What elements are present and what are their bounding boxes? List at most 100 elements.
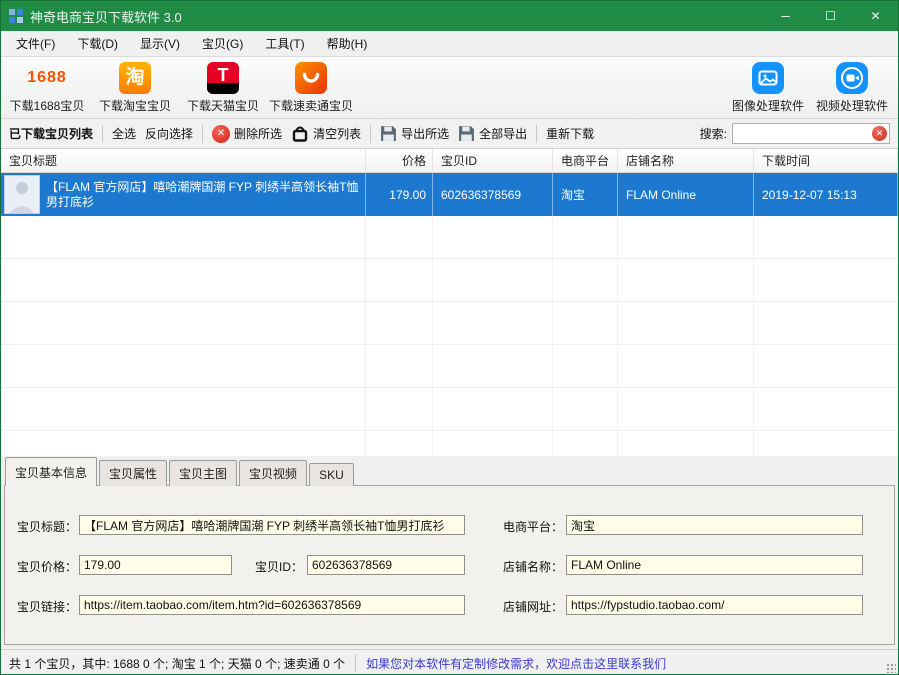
cell-title: 【FLAM 官方网店】嘻哈潮牌国潮 FYP 刺绣半高领长袖T恤男打底衫 xyxy=(1,173,366,216)
col-header-title[interactable]: 宝贝标题 xyxy=(1,149,366,172)
menu-view[interactable]: 显示(V) xyxy=(129,31,191,56)
list-action-bar: 已下载宝贝列表 全选 反向选择 ✕ 删除所选 清空列表 导出所选 xyxy=(1,119,898,149)
video-software-icon xyxy=(836,62,868,94)
taobao-icon: 淘 xyxy=(119,62,151,94)
select-all-button[interactable]: 全选 xyxy=(112,125,136,142)
minimize-button[interactable]: ─ xyxy=(763,1,808,31)
video-software-button[interactable]: 视频处理软件 xyxy=(810,61,894,114)
form-title-label: 宝贝标题： xyxy=(17,518,77,535)
search-input[interactable] xyxy=(732,123,890,144)
download-aliexpress-label: 下载速卖通宝贝 xyxy=(269,97,353,114)
window-controls: ─ ☐ ✕ xyxy=(763,1,898,31)
download-tmall-button[interactable]: T 下载天猫宝贝 xyxy=(179,61,267,114)
delete-selected-label: 删除所选 xyxy=(234,125,282,142)
form-platform-input[interactable] xyxy=(566,515,863,535)
separator xyxy=(536,125,537,143)
cell-id: 602636378569 xyxy=(433,173,553,216)
tab-video[interactable]: 宝贝视频 xyxy=(239,460,307,486)
toolbar-right-group: 图像处理软件 视频处理软件 xyxy=(726,61,894,114)
list-title: 已下载宝贝列表 xyxy=(9,125,93,142)
redownload-button[interactable]: 重新下载 xyxy=(546,125,594,142)
contact-link[interactable]: 如果您对本软件有定制修改需求，欢迎点击这里联系我们 xyxy=(366,655,666,672)
invert-selection-button[interactable]: 反向选择 xyxy=(145,125,193,142)
search-box: ✕ xyxy=(732,123,890,144)
product-thumbnail xyxy=(4,175,40,214)
form-title-input[interactable] xyxy=(79,515,465,535)
col-header-id[interactable]: 宝贝ID xyxy=(433,149,553,172)
trash-icon xyxy=(291,125,309,143)
export-selected-label: 导出所选 xyxy=(401,125,449,142)
status-summary: 共 1 个宝贝，其中: 1688 0 个; 淘宝 1 个; 天猫 0 个; 速卖… xyxy=(9,655,345,672)
download-1688-button[interactable]: 1688 下载1688宝贝 xyxy=(3,61,91,114)
tab-basic-info[interactable]: 宝贝基本信息 xyxy=(5,457,97,486)
table-grid-line xyxy=(432,216,433,456)
maximize-button[interactable]: ☐ xyxy=(808,1,853,31)
menu-item-baby[interactable]: 宝贝(G) xyxy=(191,31,254,56)
video-software-label: 视频处理软件 xyxy=(816,97,888,114)
close-button[interactable]: ✕ xyxy=(853,1,898,31)
detail-tabs: 宝贝基本信息 宝贝属性 宝贝主图 宝贝视频 SKU xyxy=(1,456,898,485)
menu-download[interactable]: 下载(D) xyxy=(66,31,129,56)
search-clear-icon[interactable]: ✕ xyxy=(872,126,887,141)
row-product-title: 【FLAM 官方网店】嘻哈潮牌国潮 FYP 刺绣半高领长袖T恤男打底衫 xyxy=(46,180,361,210)
search-label: 搜索: xyxy=(700,125,727,142)
image-software-label: 图像处理软件 xyxy=(732,97,804,114)
clear-list-button[interactable]: 清空列表 xyxy=(291,125,361,143)
menu-file[interactable]: 文件(F) xyxy=(5,31,66,56)
table-grid-line xyxy=(365,216,366,456)
1688-icon: 1688 xyxy=(27,62,67,94)
aliexpress-icon xyxy=(295,62,327,94)
save-icon xyxy=(380,125,397,142)
table-grid-line xyxy=(753,216,754,456)
separator xyxy=(370,125,371,143)
col-header-time[interactable]: 下载时间 xyxy=(754,149,898,172)
delete-selected-button[interactable]: ✕ 删除所选 xyxy=(212,125,282,143)
col-header-shop[interactable]: 店铺名称 xyxy=(618,149,754,172)
app-logo-icon xyxy=(8,8,24,24)
export-all-label: 全部导出 xyxy=(479,125,527,142)
menu-tools[interactable]: 工具(T) xyxy=(254,31,315,56)
form-price-input[interactable] xyxy=(79,555,232,575)
image-software-button[interactable]: 图像处理软件 xyxy=(726,61,810,114)
separator xyxy=(102,125,103,143)
menu-bar: 文件(F) 下载(D) 显示(V) 宝贝(G) 工具(T) 帮助(H) xyxy=(1,31,898,57)
status-bar: 共 1 个宝贝，其中: 1688 0 个; 淘宝 1 个; 天猫 0 个; 速卖… xyxy=(1,649,898,675)
table-row[interactable]: 【FLAM 官方网店】嘻哈潮牌国潮 FYP 刺绣半高领长袖T恤男打底衫 179.… xyxy=(1,173,898,216)
form-shopurl-input[interactable] xyxy=(566,595,863,615)
table-grid-line xyxy=(617,216,618,456)
tmall-icon-letter: T xyxy=(207,65,239,86)
export-all-button[interactable]: 全部导出 xyxy=(458,125,527,142)
title-bar: 神奇电商宝贝下载软件 3.0 ─ ☐ ✕ xyxy=(1,1,898,31)
form-id-label: 宝贝ID： xyxy=(255,558,303,575)
form-price-label: 宝贝价格： xyxy=(17,558,77,575)
download-taobao-button[interactable]: 淘 下载淘宝宝贝 xyxy=(91,61,179,114)
tab-attributes[interactable]: 宝贝属性 xyxy=(99,460,167,486)
form-link-input[interactable] xyxy=(79,595,465,615)
cell-platform: 淘宝 xyxy=(553,173,618,216)
download-tmall-label: 下载天猫宝贝 xyxy=(187,97,259,114)
resize-grip-icon[interactable] xyxy=(886,663,896,673)
cell-time: 2019-12-07 15:13 xyxy=(754,173,898,216)
menu-help[interactable]: 帮助(H) xyxy=(316,31,379,56)
col-header-platform[interactable]: 电商平台 xyxy=(553,149,618,172)
download-1688-label: 下载1688宝贝 xyxy=(10,97,85,114)
tab-sku[interactable]: SKU xyxy=(309,463,354,486)
form-link-label: 宝贝链接： xyxy=(17,598,77,615)
basic-info-panel: 宝贝标题： 电商平台： 宝贝价格： 宝贝ID： 店铺名称： 宝贝链接： 店铺网址… xyxy=(4,485,895,645)
form-shop-input[interactable] xyxy=(566,555,863,575)
table-header: 宝贝标题 价格 宝贝ID 电商平台 店铺名称 下载时间 xyxy=(1,149,898,173)
col-header-price[interactable]: 价格 xyxy=(366,149,433,172)
cell-shop: FLAM Online xyxy=(618,173,754,216)
main-toolbar: 1688 下载1688宝贝 淘 下载淘宝宝贝 T 下载天猫宝贝 下载速卖通宝贝 xyxy=(1,57,898,119)
download-aliexpress-button[interactable]: 下载速卖通宝贝 xyxy=(267,61,355,114)
tmall-icon: T xyxy=(207,62,239,94)
download-taobao-label: 下载淘宝宝贝 xyxy=(99,97,171,114)
tab-main-images[interactable]: 宝贝主图 xyxy=(169,460,237,486)
image-software-icon xyxy=(752,62,784,94)
form-shopurl-label: 店铺网址： xyxy=(503,598,563,615)
form-platform-label: 电商平台： xyxy=(503,518,563,535)
form-id-input[interactable] xyxy=(307,555,465,575)
separator xyxy=(355,654,356,672)
table-empty-area[interactable] xyxy=(1,216,898,456)
export-selected-button[interactable]: 导出所选 xyxy=(380,125,449,142)
